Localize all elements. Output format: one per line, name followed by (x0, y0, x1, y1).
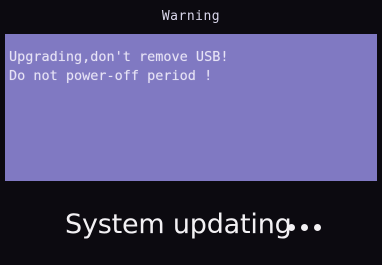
loading-dot-3 (314, 224, 321, 231)
warning-message-line-2: Do not power-off period ! (9, 68, 213, 84)
update-screen: Warning Upgrading,don't remove USB! Do n… (0, 0, 382, 265)
dialog-title: Warning (161, 9, 221, 24)
warning-message-line-1: Upgrading,don't remove USB! (9, 49, 229, 65)
loading-dots-icon (288, 224, 321, 231)
warning-dialog-body: Upgrading,don't remove USB! Do not power… (5, 34, 377, 181)
loading-dot-2 (301, 224, 308, 231)
system-updating-status: System updating (65, 209, 292, 240)
loading-dot-1 (288, 224, 295, 231)
